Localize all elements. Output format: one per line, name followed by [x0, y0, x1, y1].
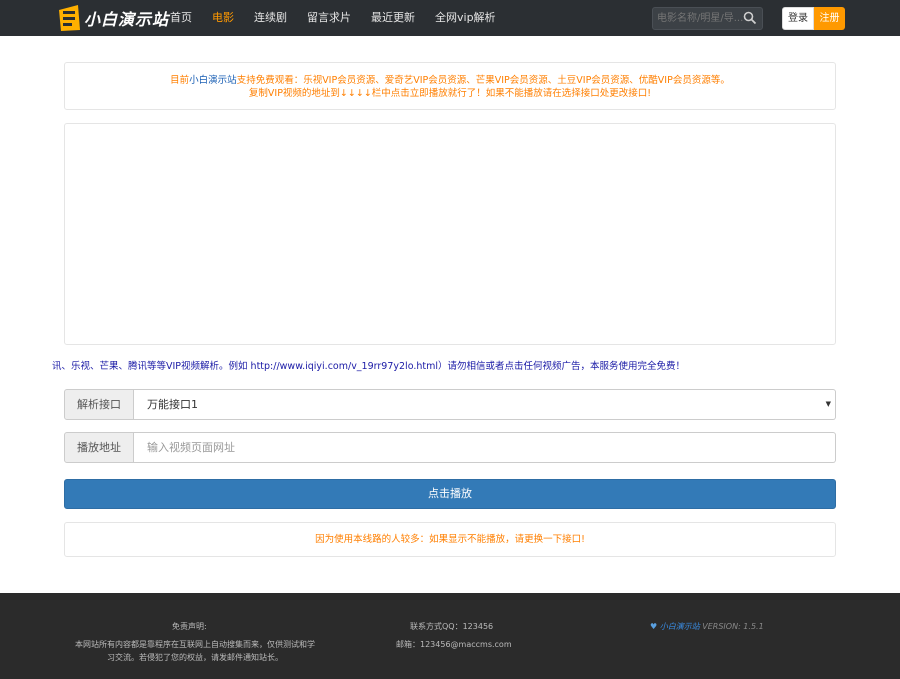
caret-down-icon: ▼	[825, 400, 831, 408]
notice-line-1: 目前小白演示站支持免费观看：乐视VIP会员资源、爱奇艺VIP会员资源、芒果VIP…	[65, 74, 835, 87]
notice-line-2: 复制VIP视频的地址到↓↓↓↓栏中点击立即播放就行了！如果不能播放请在选择接口处…	[248, 88, 652, 99]
disclaimer-title: 免责声明:	[172, 622, 207, 631]
notice-prefix: 目前	[170, 75, 190, 86]
logo-icon	[56, 4, 82, 32]
url-input-row: 播放地址	[64, 432, 836, 463]
interface-label: 解析接口	[64, 389, 134, 420]
version-text: VERSION: 1.5.1	[702, 622, 764, 631]
contact-email: 邮箱：123456@maccms.com	[396, 640, 512, 649]
interface-selected-value: 万能接口1	[147, 398, 198, 411]
nav-item-recent[interactable]: 最近更新	[361, 0, 425, 36]
notice-box: 目前小白演示站支持免费观看：乐视VIP会员资源、爱奇艺VIP会员资源、芒果VIP…	[64, 62, 836, 110]
login-button[interactable]: 登录	[782, 7, 814, 30]
nav-item-series[interactable]: 连续剧	[244, 0, 297, 36]
version-info: ♥ 小白演示站 VERSION: 1.5.1	[650, 621, 764, 632]
scrolling-notice: 讯、乐视、芒果、腾讯等等VIP视频解析。例如 http://www.iqiyi.…	[52, 361, 685, 372]
contact-qq: 联系方式QQ：123456	[410, 622, 494, 631]
url-label: 播放地址	[64, 432, 134, 463]
top-navbar: 小白演示站 首页 电影 连续剧 留言求片 最近更新 全网vip解析 登录 注册	[0, 0, 900, 36]
disclaimer-text: 本网站所有内容都是靠程序在互联网上自动搜集而来，仅供测试和学习交流。若侵犯了您的…	[75, 640, 315, 662]
nav-item-home[interactable]: 首页	[160, 0, 202, 36]
logo-text: 小白演示站	[84, 10, 170, 29]
site-logo[interactable]: 小白演示站	[56, 3, 169, 33]
notice-site-name: 小白演示站	[189, 75, 237, 86]
nav-item-requests[interactable]: 留言求片	[297, 0, 361, 36]
video-player[interactable]	[64, 123, 836, 345]
search-input[interactable]	[657, 8, 743, 29]
nav-item-vip-parse[interactable]: 全网vip解析	[425, 0, 506, 36]
play-button[interactable]: 点击播放	[64, 479, 836, 509]
url-input[interactable]	[147, 433, 835, 462]
interface-select-row: 解析接口 万能接口1 ▼	[64, 389, 836, 420]
main-nav: 首页 电影 连续剧 留言求片 最近更新 全网vip解析	[160, 0, 506, 36]
tip-box: 因为使用本线路的人较多：如果显示不能播放，请更换一下接口!	[64, 522, 836, 557]
heart-icon: ♥	[650, 622, 658, 631]
search-box	[652, 7, 763, 30]
footer-site-name[interactable]: 小白演示站	[660, 622, 700, 631]
interface-select[interactable]: 万能接口1 ▼	[134, 389, 836, 420]
nav-item-movies[interactable]: 电影	[202, 0, 244, 36]
search-icon[interactable]	[743, 11, 757, 25]
register-button[interactable]: 注册	[814, 7, 845, 30]
url-field-wrap	[134, 432, 836, 463]
footer: 免责声明: 本网站所有内容都是靠程序在互联网上自动搜集而来，仅供测试和学习交流。…	[0, 593, 900, 679]
notice-line-1-text: 支持免费观看：乐视VIP会员资源、爱奇艺VIP会员资源、芒果VIP会员资源、土豆…	[236, 75, 730, 86]
